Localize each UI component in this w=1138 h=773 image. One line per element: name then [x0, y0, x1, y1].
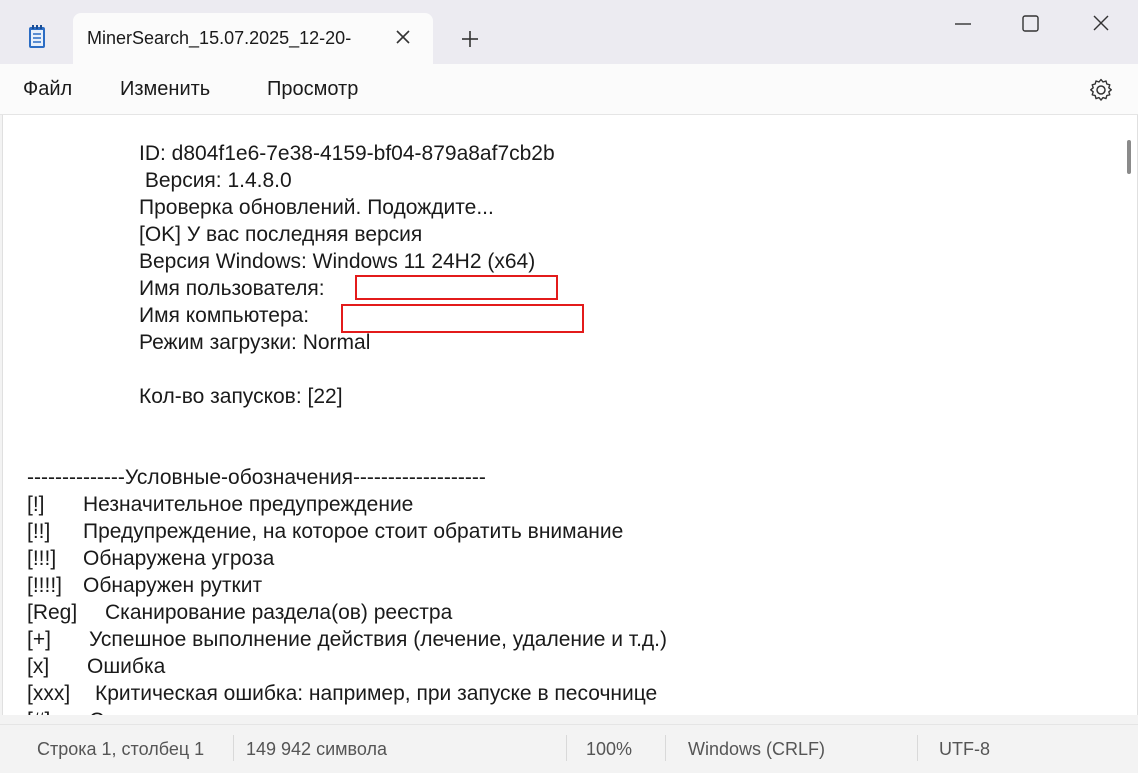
close-icon[interactable]: [392, 26, 414, 48]
legend-code: [!!]: [27, 520, 51, 543]
menu-view[interactable]: Просмотр: [267, 78, 358, 101]
legend-code: [!!!]: [27, 547, 57, 570]
document-tab[interactable]: MinerSearch_15.07.2025_12-20-: [73, 13, 433, 64]
legend-text: Предупреждение, на которое стоит обратит…: [83, 520, 624, 543]
encoding[interactable]: UTF-8: [939, 739, 990, 760]
text-line-username: Имя пользователя:: [139, 277, 325, 300]
zoom-level[interactable]: 100%: [586, 739, 632, 760]
character-count: 149 942 символа: [246, 739, 387, 759]
close-window-icon[interactable]: [1078, 10, 1124, 38]
legend-code: [!]: [27, 493, 45, 516]
legend-code: [xxx]: [27, 682, 71, 705]
minimize-icon[interactable]: [940, 10, 986, 38]
plus-icon[interactable]: [459, 28, 481, 50]
text-line-version: Версия: 1.4.8.0: [139, 169, 292, 192]
text-line-update-check: Проверка обновлений. Подождите...: [139, 196, 494, 219]
text-line-boot-mode: Режим загрузки: Normal: [139, 331, 371, 354]
line-ending[interactable]: Windows (CRLF): [688, 739, 825, 760]
legend-text: Обнаружена угроза: [83, 547, 275, 570]
status-bar: Строка 1, столбец 1 149 942 символа 100%…: [0, 724, 1138, 773]
legend-code: [#]: [27, 707, 50, 715]
maximize-icon[interactable]: [1007, 10, 1053, 38]
text-line-computer-name: Имя компьютера:: [139, 304, 310, 327]
legend-text: Незначительное предупреждение: [83, 493, 414, 516]
legend-text: Статус: [89, 707, 155, 715]
legend-text: Успешное выполнение действия (лечение, у…: [89, 628, 668, 651]
status-divider: [917, 735, 918, 761]
legend-text: Критическая ошибка: например, при запуск…: [95, 682, 658, 705]
legend-code: [+]: [27, 628, 51, 651]
gear-icon[interactable]: [1088, 77, 1114, 103]
title-bar: MinerSearch_15.07.2025_12-20-: [0, 0, 1138, 64]
text-line-latest-version: [OK] У вас последняя версия: [139, 223, 423, 246]
legend-code: [Reg]: [27, 601, 78, 624]
menu-file[interactable]: Файл: [23, 78, 72, 101]
menu-bar: Файл Изменить Просмотр: [0, 64, 1138, 115]
status-divider: [233, 735, 234, 761]
tab-title: MinerSearch_15.07.2025_12-20-: [87, 28, 352, 48]
legend-text: Ошибка: [87, 655, 166, 678]
text-line-legend-header: --------------Условные-обозначения------…: [27, 466, 486, 489]
notepad-icon: [29, 25, 45, 48]
status-divider: [566, 735, 567, 761]
legend-code: [x]: [27, 655, 50, 678]
legend-text: Обнаружен руткит: [83, 574, 263, 597]
text-editor[interactable]: ID: d804f1e6-7e38-4159-bf04-879a8af7cb2b…: [2, 115, 1138, 715]
redaction-box-computer-name: [341, 304, 584, 333]
text-line-launch-count: Кол-во запусков: [22]: [139, 385, 343, 408]
cursor-position: Строка 1, столбец 1: [37, 739, 205, 759]
redaction-box-username: [355, 275, 558, 300]
text-line-id: ID: d804f1e6-7e38-4159-bf04-879a8af7cb2b: [139, 142, 555, 165]
legend-code: [!!!!]: [27, 574, 63, 597]
text-line-windows-version: Версия Windows: Windows 11 24H2 (x64): [139, 250, 536, 273]
menu-edit[interactable]: Изменить: [120, 78, 210, 101]
vertical-scrollbar-thumb[interactable]: [1127, 140, 1131, 174]
status-divider: [665, 735, 666, 761]
legend-text: Сканирование раздела(ов) реестра: [105, 601, 453, 624]
